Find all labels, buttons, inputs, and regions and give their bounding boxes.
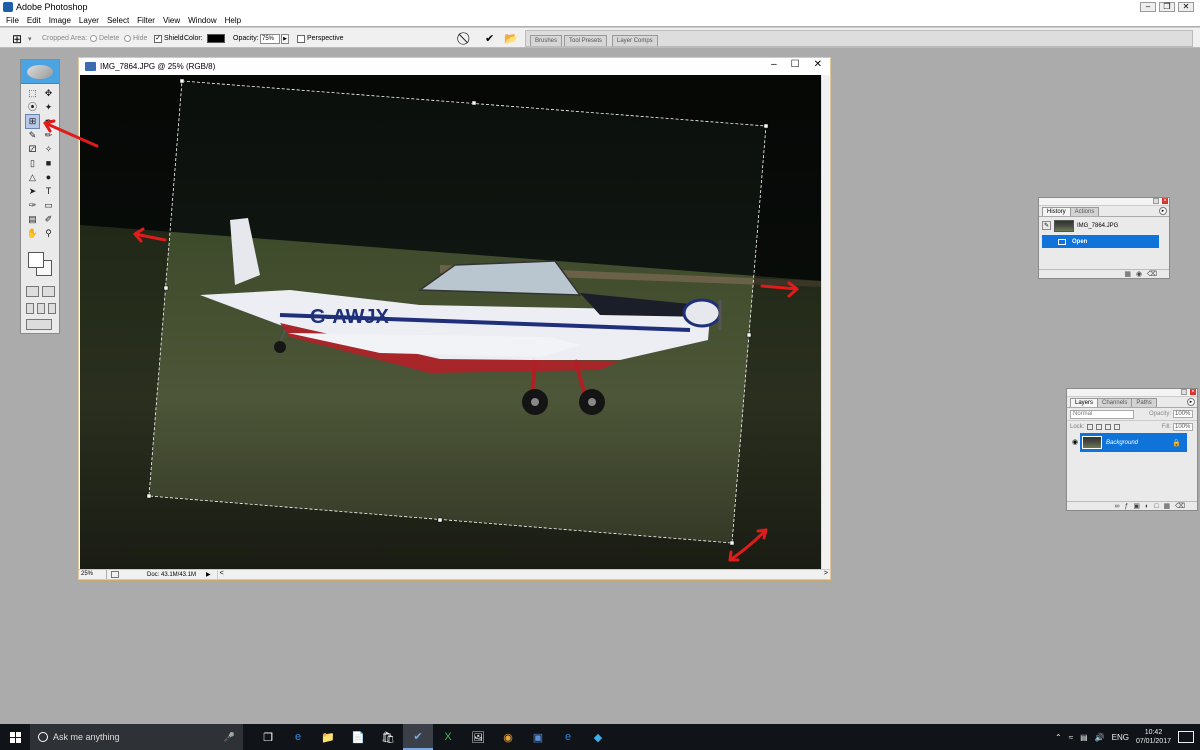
adjustment-layer-icon[interactable]: ◐ <box>1145 503 1149 510</box>
store-icon[interactable]: 🛍 <box>373 724 403 750</box>
aol-icon[interactable]: ◆ <box>583 724 613 750</box>
system-tray: ⌃ ≈ ▤ 🔊 ENG 10:42 07/01/2017 <box>1055 728 1200 746</box>
snapshot-name: IMG_7864.JPG <box>1077 222 1119 229</box>
layers-footer: ∞ ƒ ▣ ◐ □ ▦ ⌫ <box>1067 501 1197 510</box>
lock-image-icon[interactable] <box>1096 423 1103 430</box>
fill-label: Fill: <box>1161 423 1171 430</box>
search-placeholder: Ask me anything <box>53 732 120 742</box>
history-minimize-button[interactable] <box>1153 198 1159 204</box>
trash-icon[interactable]: ⌫ <box>1147 270 1157 278</box>
layer-opacity: Opacity: 100% <box>1149 410 1193 418</box>
photos-app-icon[interactable]: 🖼 <box>463 724 493 750</box>
annotation-arrow-crop-tool <box>43 121 99 148</box>
file-explorer-icon[interactable]: 📁 <box>313 724 343 750</box>
layer-mask-icon[interactable]: ▣ <box>1133 502 1140 510</box>
lock-position-icon[interactable] <box>1105 423 1112 430</box>
history-close-button[interactable]: × <box>1162 198 1168 204</box>
history-palette-header[interactable]: × <box>1039 198 1169 206</box>
tab-actions[interactable]: Actions <box>1069 207 1100 216</box>
history-state-icon <box>1058 238 1066 245</box>
history-snapshot[interactable]: ✎ IMG_7864.JPG <box>1039 217 1169 234</box>
layer-name: Background <box>1106 439 1139 446</box>
chrome-icon[interactable]: ◉ <box>493 724 523 750</box>
wifi-icon[interactable]: ≈ <box>1069 733 1073 742</box>
fill-input[interactable]: 100% <box>1173 422 1193 431</box>
language-indicator[interactable]: ENG <box>1112 733 1129 742</box>
layer-opacity-label: Opacity: <box>1148 411 1171 417</box>
annotation-overlay <box>43 119 799 562</box>
volume-icon[interactable]: 🔊 <box>1095 733 1105 742</box>
excel-icon[interactable]: X <box>433 724 463 750</box>
eye-icon[interactable]: ◉ <box>1070 433 1080 452</box>
new-layer-icon[interactable]: ▦ <box>1163 502 1170 510</box>
palette-menu-icon[interactable]: ▸ <box>1159 207 1167 215</box>
layers-minimize-button[interactable] <box>1181 389 1187 395</box>
layer-row-background[interactable]: ◉ Background 🔒 <box>1070 433 1187 452</box>
lock-transparency-icon[interactable] <box>1087 423 1094 430</box>
tab-layers[interactable]: Layers <box>1070 398 1099 407</box>
history-state-label: Open <box>1072 238 1088 245</box>
snapshot-thumbnail <box>1054 219 1074 232</box>
annotation-arrow-rotate <box>728 528 768 562</box>
history-tabs: History Actions ▸ <box>1039 206 1169 217</box>
show-hidden-icons-icon[interactable]: ⌃ <box>1055 733 1062 742</box>
history-state-open[interactable]: Open <box>1042 235 1159 248</box>
cortana-search[interactable]: Ask me anything 🎤 <box>30 724 243 750</box>
lock-all-icon[interactable] <box>1114 423 1121 430</box>
photoshop-taskbar-icon[interactable]: ✔ <box>403 724 433 750</box>
layers-tabs: Layers Channels Paths ▸ <box>1067 397 1197 408</box>
history-palette: × History Actions ▸ ✎ IMG_7864.JPG Open … <box>1038 197 1170 279</box>
trash-icon[interactable]: ⌫ <box>1175 502 1185 510</box>
clock-date: 07/01/2017 <box>1135 738 1171 745</box>
new-group-icon[interactable]: □ <box>1154 503 1158 510</box>
remote-desktop-icon[interactable]: ▣ <box>523 724 553 750</box>
new-document-from-state-icon[interactable]: ▦ <box>1124 270 1131 278</box>
history-brush-source-icon[interactable]: ✎ <box>1042 221 1051 230</box>
internet-explorer-icon[interactable]: e <box>553 724 583 750</box>
task-view-icon[interactable]: ❐ <box>253 724 283 750</box>
taskbar-apps: ❐ e 📁 📄 🛍 ✔ X 🖼 ◉ ▣ e ◆ <box>253 724 613 750</box>
action-center-icon[interactable] <box>1178 731 1194 743</box>
layer-style-icon[interactable]: ƒ <box>1124 503 1128 510</box>
foreground-color-swatch[interactable] <box>28 252 44 268</box>
link-layers-icon[interactable]: ∞ <box>1114 503 1119 510</box>
windows-logo-icon <box>9 731 21 743</box>
layer-thumbnail <box>1082 436 1102 449</box>
layers-palette-header[interactable]: × <box>1067 389 1197 397</box>
history-footer: ▦ ◉ ⌫ <box>1039 269 1169 278</box>
taskbar: Ask me anything 🎤 ❐ e 📁 📄 🛍 ✔ X 🖼 ◉ ▣ e … <box>0 724 1200 750</box>
network-icon[interactable]: ▤ <box>1080 733 1088 742</box>
layer-fill: Fill: 100% <box>1161 422 1193 431</box>
blend-mode-select[interactable]: Normal <box>1070 409 1134 419</box>
lock-icon: 🔒 <box>1172 439 1181 447</box>
layers-options-row: Normal Opacity: 100% <box>1067 408 1197 420</box>
tab-channels[interactable]: Channels <box>1097 398 1133 407</box>
palette-menu-icon[interactable]: ▸ <box>1187 398 1195 406</box>
lock-row: Lock: Fill: 100% <box>1067 420 1197 432</box>
document-app-icon[interactable]: 📄 <box>343 724 373 750</box>
cortana-icon <box>38 732 48 742</box>
layer-opacity-input[interactable]: 100% <box>1173 410 1193 418</box>
clock-time: 10:42 <box>1144 729 1163 736</box>
layers-close-button[interactable]: × <box>1190 389 1196 395</box>
lock-label: Lock: <box>1070 423 1085 430</box>
clock[interactable]: 10:42 07/01/2017 <box>1136 728 1171 746</box>
edge-browser-icon[interactable]: e <box>283 724 313 750</box>
microphone-icon[interactable]: 🎤 <box>224 732 235 743</box>
tab-history[interactable]: History <box>1042 207 1071 216</box>
layers-palette: × Layers Channels Paths ▸ Normal Opacity… <box>1066 388 1198 511</box>
start-button[interactable] <box>0 724 30 750</box>
tab-paths[interactable]: Paths <box>1131 398 1157 407</box>
new-snapshot-icon[interactable]: ◉ <box>1136 270 1142 278</box>
